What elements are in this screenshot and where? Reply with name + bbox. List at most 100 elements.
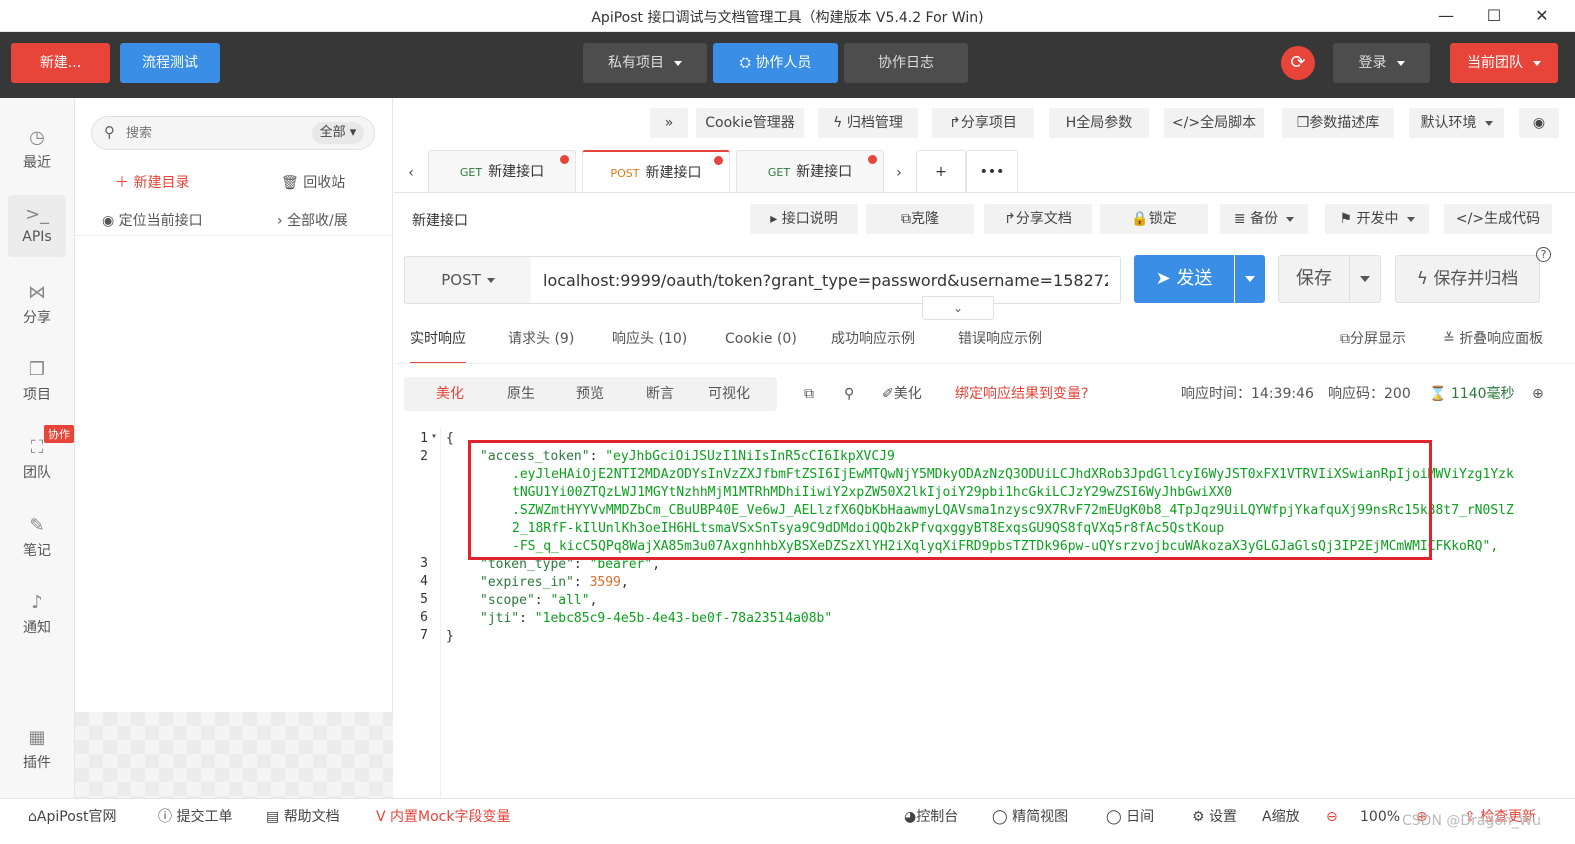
save-button[interactable]: 保存 [1278, 255, 1350, 303]
help-doc-link[interactable]: ▤ 帮助文档 [266, 807, 340, 827]
url-input[interactable] [531, 256, 1121, 304]
new-folder-button[interactable]: ＋ 新建目录 [115, 172, 189, 192]
view-assert[interactable]: 断言 [646, 377, 674, 411]
settings-button[interactable]: ⚙ 设置 [1192, 807, 1237, 827]
tab-success-example[interactable]: 成功响应示例 [831, 324, 915, 364]
share-arrow-icon: ↱ [1004, 211, 1016, 227]
chevron-down-icon [1396, 60, 1405, 66]
view-preview[interactable]: 预览 [576, 377, 604, 411]
add-tab-button[interactable]: + [916, 150, 966, 192]
save-dropdown-icon[interactable] [1349, 255, 1381, 303]
download-icon[interactable]: ⊕ [1532, 383, 1544, 405]
current-team-dropdown[interactable]: 当前团队 [1450, 43, 1558, 83]
nav-recent[interactable]: ◷ 最近 [8, 118, 66, 180]
day-label: 日间 [1126, 809, 1155, 825]
toolbar-more-button[interactable]: » [650, 108, 688, 138]
fold-arrow-icon[interactable]: ▾ [431, 431, 437, 442]
backup-dropdown[interactable]: ≣ 备份 [1220, 204, 1308, 234]
lock-button[interactable]: 🔒锁定 [1100, 204, 1208, 234]
send-dropdown-icon[interactable] [1235, 255, 1265, 303]
clone-button[interactable]: ⧉克隆 [866, 204, 974, 234]
code-line-jti: "jti": "1ebc85c9-4e5b-4e43-be0f-78a23514… [480, 610, 832, 628]
bind-variable-link[interactable]: 绑定响应结果到变量? [955, 383, 1088, 405]
minimize-icon[interactable]: — [1431, 4, 1461, 28]
nav-plugins[interactable]: ▦ 插件 [8, 718, 66, 780]
private-project-dropdown[interactable]: 私有项目 [583, 43, 707, 83]
split-view-button[interactable]: ⧉分屏显示 [1340, 324, 1406, 354]
help-icon[interactable]: ? [1536, 247, 1551, 262]
archive-button[interactable]: ϟ 归档管理 [818, 108, 918, 138]
code-line-scope: "scope": "all", [480, 592, 597, 610]
tab-request-2[interactable]: POST 新建接口 [582, 150, 730, 192]
backup-label: 备份 [1250, 211, 1279, 227]
tab-next-icon[interactable]: › [888, 158, 910, 188]
close-icon[interactable]: ✕ [1527, 4, 1557, 28]
fold-label: 折叠响应面板 [1459, 331, 1544, 347]
share-doc-button[interactable]: ↱分享文档 [984, 204, 1092, 234]
method-select[interactable]: POST [404, 256, 532, 304]
param-desc-button[interactable]: ❒参数描述库 [1282, 108, 1394, 138]
view-beautify[interactable]: 美化 [436, 377, 464, 411]
search-icon[interactable]: ⚲ [844, 383, 854, 405]
chevron-down-icon[interactable]: ⌄ [922, 296, 994, 320]
tab-error-example[interactable]: 错误响应示例 [958, 324, 1042, 364]
nav-share[interactable]: ⋈ 分享 [8, 273, 66, 335]
collapse-all-button[interactable]: › 全部收/展 [277, 210, 348, 230]
official-site-link[interactable]: ⌂ApiPost官网 [28, 807, 117, 827]
mock-vars-link[interactable]: V 内置Mock字段变量 [376, 807, 510, 827]
beautify-button[interactable]: ✐美化 [882, 383, 922, 405]
double-chevron-down-icon: ≚ [1443, 331, 1460, 347]
copy-icon[interactable]: ⧉ [804, 383, 814, 405]
tab-response-headers[interactable]: 响应头 (10) [612, 324, 687, 364]
code-line-expires-in: "expires_in": 3599, [480, 574, 629, 592]
nav-notify[interactable]: ♪ 通知 [8, 583, 66, 645]
eye-icon[interactable]: ◉ [1519, 108, 1559, 138]
nav-project[interactable]: ❒ 项目 [8, 350, 66, 412]
window-title: ApiPost 接口调试与文档管理工具（构建版本 V5.4.2 For Win) [591, 10, 984, 26]
save-archive-button[interactable]: ϟ 保存并归档 [1395, 255, 1540, 303]
login-dropdown[interactable]: 登录 [1333, 43, 1430, 83]
locate-button[interactable]: ◉ 定位当前接口 [102, 210, 203, 230]
recycle-button[interactable]: 🗑 回收站 [281, 172, 345, 192]
tab-cookie[interactable]: Cookie (0) [725, 324, 797, 364]
gen-code-button[interactable]: </>生成代码 [1444, 204, 1552, 234]
flow-test-button[interactable]: 流程测试 [120, 43, 220, 83]
global-script-button[interactable]: </>全局脚本 [1164, 108, 1264, 138]
status-dropdown[interactable]: ⚑ 开发中 [1325, 204, 1429, 234]
sync-icon[interactable]: ⟳ [1281, 46, 1315, 80]
nav-notes[interactable]: ✎ 笔记 [8, 506, 66, 568]
json-comma: , [620, 575, 629, 590]
tab-name: 新建接口 [645, 165, 702, 181]
filter-dropdown[interactable]: 全部 ▾ [312, 122, 364, 144]
console-button[interactable]: ◕控制台 [904, 807, 958, 827]
tab-request-1[interactable]: GET 新建接口 [428, 150, 576, 192]
share-doc-label: 分享文档 [1015, 211, 1072, 227]
view-raw[interactable]: 原生 [507, 377, 535, 411]
global-params-button[interactable]: H全局参数 [1049, 108, 1149, 138]
new-button[interactable]: 新建... [11, 43, 110, 83]
tab-more-button[interactable]: ••• [966, 150, 1018, 192]
search-input[interactable] [126, 123, 296, 143]
simple-view-toggle[interactable]: ◯ 精简视图 [992, 807, 1068, 827]
tab-realtime-response[interactable]: 实时响应 [410, 324, 466, 364]
collaborators-button[interactable]: ⛭ 协作人员 [713, 43, 838, 83]
share-project-button[interactable]: ↱分享项目 [932, 108, 1034, 138]
response-body-editor[interactable]: 1 ▾ 2 3 4 5 6 7 { "access_token": "eyJhb… [394, 428, 1575, 798]
collab-log-button[interactable]: 协作日志 [844, 43, 968, 83]
tab-prev-icon[interactable]: ‹ [400, 158, 422, 188]
view-visualize[interactable]: 可视化 [708, 377, 750, 411]
nav-apis[interactable]: >_ APIs [8, 195, 66, 257]
tab-request-3[interactable]: GET 新建接口 [736, 150, 884, 192]
send-button[interactable]: ➤ 发送 [1134, 255, 1234, 303]
maximize-icon[interactable]: ☐ [1479, 4, 1509, 28]
tab-request-headers[interactable]: 请求头 (9) [508, 324, 574, 364]
api-doc-button[interactable]: ▸ 接口说明 [750, 204, 858, 234]
submit-ticket-link[interactable]: ⓘ 提交工单 [158, 807, 232, 827]
fold-panel-button[interactable]: ≚ 折叠响应面板 [1443, 324, 1543, 354]
env-dropdown[interactable]: 默认环境 [1409, 108, 1504, 138]
zoom-out-icon[interactable]: ⊖ [1326, 807, 1338, 827]
day-mode-toggle[interactable]: ◯ 日间 [1106, 807, 1154, 827]
divider [75, 235, 393, 236]
cookie-manager-button[interactable]: Cookie管理器 [696, 108, 804, 138]
global-params-label: 全局参数 [1076, 115, 1133, 131]
